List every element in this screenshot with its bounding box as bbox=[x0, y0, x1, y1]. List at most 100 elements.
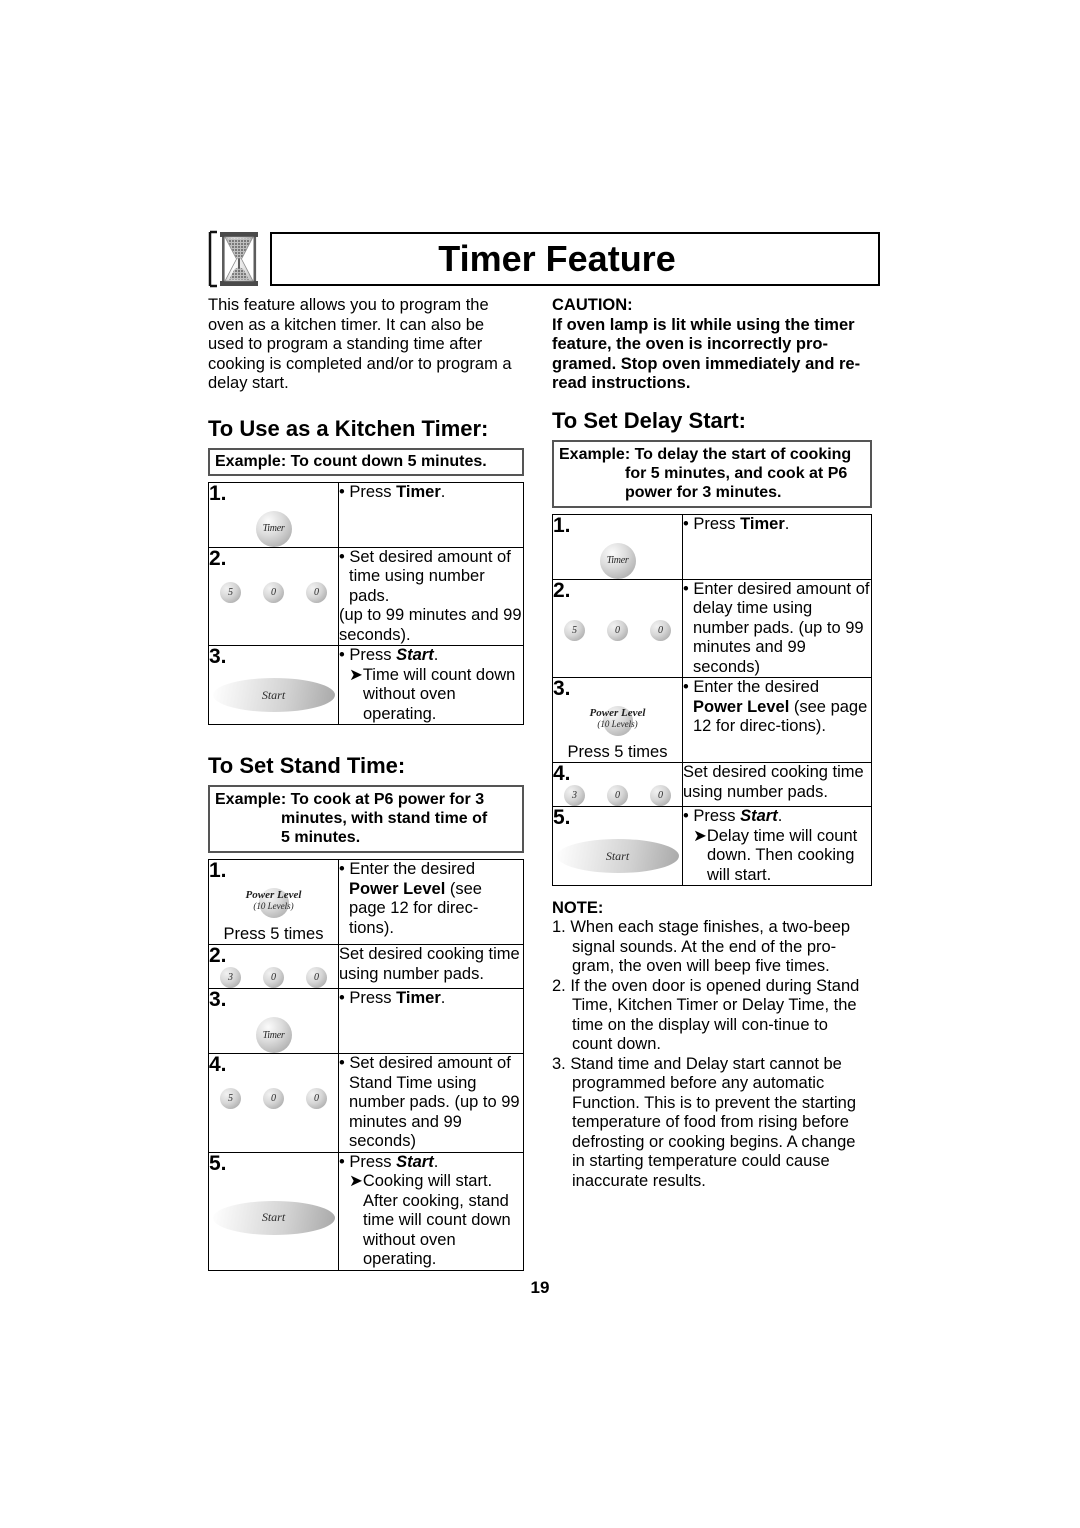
step-text-cell: • Press Timer. bbox=[338, 988, 524, 1054]
kitchen-timer-steps-table: 1. Timer • Press Timer. 2. 5 0 0 • Set d… bbox=[208, 481, 524, 725]
table-row: 3. Start • Press Start. ➤Time will count… bbox=[208, 645, 524, 725]
stand-time-example-line2: minutes, with stand time of bbox=[281, 810, 488, 827]
step-number-cell: 4. 5 0 0 bbox=[208, 1053, 339, 1153]
step-number: 4. bbox=[553, 762, 571, 785]
step-number-cell: 3. Power Level (10 Levels) Press 5 times bbox=[552, 677, 683, 763]
kitchen-timer-heading: To Use as a Kitchen Timer: bbox=[208, 415, 489, 441]
step-number-cell: 5. Start bbox=[552, 806, 683, 886]
page-title: Timer Feature bbox=[438, 238, 676, 279]
timer-button-icon[interactable]: Timer bbox=[255, 510, 292, 547]
number-pad-icon[interactable]: 5 bbox=[564, 619, 585, 641]
power-level-button-icon[interactable]: Power Level (10 Levels) bbox=[226, 884, 322, 918]
step-number: 5. bbox=[209, 1151, 227, 1175]
step-text: Cooking will start. After cooking, stand… bbox=[362, 1172, 511, 1268]
step-text: (up to 99 minutes and 99 seconds). bbox=[339, 606, 522, 644]
table-row: 1. Timer • Press Timer. bbox=[208, 481, 524, 548]
stand-time-steps-table: 1. Power Level (10 Levels) Press 5 times… bbox=[208, 859, 524, 1271]
number-pad-icon[interactable]: 0 bbox=[607, 785, 628, 806]
delay-start-heading: To Set Delay Start: bbox=[552, 407, 746, 433]
list-item: 3. Stand time and Delay start cannot be … bbox=[552, 1054, 857, 1190]
table-row: 2. 5 0 0 • Enter desired amount of delay… bbox=[552, 578, 872, 678]
press-5-times-note: Press 5 times bbox=[223, 925, 324, 943]
timer-keyword: Timer bbox=[740, 514, 785, 533]
power-level-sublabel: (10 Levels) bbox=[597, 719, 638, 729]
number-pad-icon[interactable]: 3 bbox=[220, 967, 241, 988]
step-number: 3. bbox=[553, 677, 571, 700]
note-heading: NOTE: bbox=[552, 899, 604, 917]
press-5-times-note: Press 5 times bbox=[567, 743, 668, 761]
step-text-cell: Set desired cooking time using number pa… bbox=[338, 944, 524, 989]
step-text-cell: Set desired cooking time using number pa… bbox=[682, 762, 872, 807]
step-text: Time will count down without oven operat… bbox=[362, 665, 516, 723]
number-pad-icon[interactable]: 5 bbox=[220, 581, 241, 603]
step-number-cell: 4. 3 0 0 bbox=[552, 762, 683, 807]
table-row: 2. 3 0 0 Set desired cooking time using … bbox=[208, 944, 524, 989]
step-number-cell: 1. Power Level (10 Levels) Press 5 times bbox=[208, 859, 339, 945]
table-row: 4. 5 0 0 • Set desired amount of Stand T… bbox=[208, 1053, 524, 1153]
number-pad-icon[interactable]: 0 bbox=[306, 581, 327, 603]
number-pad-icon[interactable]: 0 bbox=[306, 1088, 327, 1109]
table-row: 2. 5 0 0 • Set desired amount of time us… bbox=[208, 546, 524, 646]
manual-page: Timer Feature This feature allows you to… bbox=[0, 0, 1080, 1528]
delay-start-example-box: Example: To delay the start of cooking f… bbox=[552, 439, 872, 508]
start-button-icon[interactable]: Start bbox=[556, 839, 679, 873]
delay-start-example-line3: power for 3 minutes. bbox=[625, 483, 782, 501]
step-number-cell: 2. 5 0 0 bbox=[552, 578, 683, 678]
step-number: 2. bbox=[209, 546, 227, 570]
step-text: Set desired cooking time using number pa… bbox=[683, 763, 864, 801]
step-number: 4. bbox=[209, 1053, 227, 1076]
step-text-cell: • Press Timer. bbox=[338, 481, 524, 548]
intro-paragraph: This feature allows you to program the o… bbox=[208, 296, 512, 392]
step-number-cell: 2. 3 0 0 bbox=[208, 944, 339, 989]
start-keyword: Start bbox=[740, 807, 778, 825]
list-item: 1. When each stage finishes, a two-beep … bbox=[552, 918, 851, 975]
right-column: CAUTION: If oven lamp is lit while using… bbox=[552, 296, 872, 1191]
step-text: Enter the desired bbox=[693, 678, 820, 696]
start-button-icon[interactable]: Start bbox=[212, 1200, 335, 1235]
power-level-keyword: Power Level bbox=[349, 879, 446, 898]
step-number: 5. bbox=[553, 806, 571, 829]
timer-button-icon[interactable]: Timer bbox=[599, 542, 636, 579]
number-pad-icon[interactable]: 5 bbox=[220, 1088, 241, 1109]
stand-time-example-label: Example: To cook at P6 power for 3 bbox=[215, 791, 485, 808]
step-text: Enter the desired bbox=[349, 860, 476, 878]
table-row: 1. Power Level (10 Levels) Press 5 times… bbox=[208, 859, 524, 945]
step-number-cell: 3. Start bbox=[208, 645, 339, 725]
number-pad-icon[interactable]: 0 bbox=[263, 581, 284, 603]
step-number: 2. bbox=[209, 944, 227, 967]
kitchen-timer-example-box: Example: To count down 5 minutes. bbox=[208, 447, 524, 476]
start-keyword: Start bbox=[396, 1152, 434, 1171]
number-pad-icon[interactable]: 0 bbox=[263, 1088, 284, 1109]
delay-start-example-line2: for 5 minutes, and cook at P6 bbox=[625, 464, 848, 482]
table-row: 3. Timer • Press Timer. bbox=[208, 988, 524, 1054]
step-text: Set desired amount of time using number … bbox=[349, 547, 511, 605]
number-pad-icon[interactable]: 0 bbox=[263, 967, 284, 988]
table-row: 3. Power Level (10 Levels) Press 5 times… bbox=[552, 677, 872, 763]
page-header: Timer Feature bbox=[208, 228, 880, 290]
list-item: 2. If the oven door is opened during Sta… bbox=[552, 976, 860, 1054]
timer-keyword: Timer bbox=[396, 989, 441, 1007]
start-button-icon[interactable]: Start bbox=[212, 678, 335, 712]
step-text-cell: • Press Start. ➤Cooking will start. Afte… bbox=[338, 1151, 524, 1271]
number-pad-icon[interactable]: 0 bbox=[650, 619, 671, 641]
page-title-frame: Timer Feature bbox=[270, 232, 880, 286]
number-pad-icon[interactable]: 0 bbox=[607, 619, 628, 641]
caution-block: CAUTION: If oven lamp is lit while using… bbox=[552, 296, 872, 394]
step-number-cell: 2. 5 0 0 bbox=[208, 546, 339, 646]
table-row: 4. 3 0 0 Set desired cooking time using … bbox=[552, 762, 872, 807]
number-pad-icon[interactable]: 0 bbox=[306, 967, 327, 988]
step-text-cell: • Set desired amount of time using numbe… bbox=[338, 546, 524, 646]
step-number: 3. bbox=[209, 645, 227, 668]
step-number: 3. bbox=[209, 988, 227, 1011]
number-pad-icon[interactable]: 0 bbox=[650, 785, 671, 806]
number-pad-icon[interactable]: 3 bbox=[564, 785, 585, 806]
power-level-label: Power Level bbox=[245, 889, 302, 901]
power-level-label: Power Level bbox=[589, 707, 646, 719]
timer-button-icon[interactable]: Timer bbox=[255, 1017, 292, 1053]
note-list: 1. When each stage finishes, a two-beep … bbox=[552, 918, 872, 1191]
table-row: 1. Timer • Press Timer. bbox=[552, 513, 872, 580]
hourglass-icon bbox=[208, 228, 266, 290]
step-number-cell: 5. Start bbox=[208, 1151, 339, 1271]
power-level-button-icon[interactable]: Power Level (10 Levels) bbox=[570, 702, 666, 736]
start-keyword: Start bbox=[396, 646, 434, 664]
